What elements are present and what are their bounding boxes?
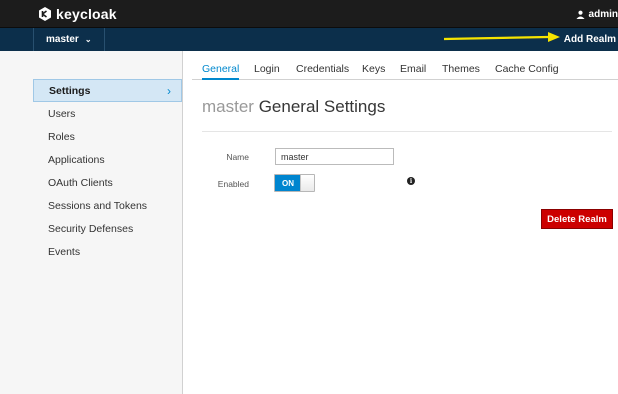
divider <box>202 131 612 132</box>
sidebar-item-label: Security Defenses <box>48 222 134 235</box>
enabled-label: Enabled <box>217 179 249 189</box>
sidebar-item-security-defenses[interactable]: Security Defenses <box>33 217 182 240</box>
page-title: master General Settings <box>202 97 385 117</box>
sidebar-item-label: Roles <box>48 130 75 143</box>
sidebar-item-users[interactable]: Users <box>33 102 182 125</box>
sidebar-nav: Settings › Users Roles Applications OAut… <box>33 79 182 263</box>
sidebar: Settings › Users Roles Applications OAut… <box>0 51 183 394</box>
annotation-arrow-icon <box>444 32 560 42</box>
top-header: keycloak admin <box>0 0 618 28</box>
sidebar-item-events[interactable]: Events <box>33 240 182 263</box>
sidebar-item-label: Users <box>48 107 76 120</box>
sidebar-item-settings[interactable]: Settings › <box>33 79 182 102</box>
logo-text: keycloak <box>56 6 117 22</box>
sidebar-item-label: Sessions and Tokens <box>48 199 148 212</box>
enabled-toggle[interactable]: ON <box>274 174 315 192</box>
sidebar-item-roles[interactable]: Roles <box>33 125 182 148</box>
user-menu[interactable]: admin <box>575 9 618 20</box>
tab-cache-config[interactable]: Cache Config <box>495 63 559 80</box>
username: admin <box>588 9 618 20</box>
tab-login[interactable]: Login <box>254 63 280 80</box>
settings-tabs: General Login Credentials Keys Email The… <box>192 51 618 80</box>
sidebar-item-applications[interactable]: Applications <box>33 148 182 171</box>
tab-keys[interactable]: Keys <box>362 63 385 80</box>
sidebar-item-oauth-clients[interactable]: OAuth Clients <box>33 171 182 194</box>
info-icon[interactable]: i <box>407 177 415 185</box>
chevron-down-icon: ⌄ <box>84 35 92 44</box>
chevron-right-icon: › <box>167 84 171 98</box>
name-field[interactable] <box>275 148 394 165</box>
tab-email[interactable]: Email <box>400 63 426 80</box>
sidebar-item-label: Events <box>48 245 81 258</box>
keycloak-logo[interactable]: keycloak <box>37 6 117 22</box>
realm-selector[interactable]: master ⌄ <box>33 28 105 51</box>
sidebar-item-label: Settings <box>49 84 91 97</box>
user-icon <box>575 10 585 19</box>
tab-general[interactable]: General <box>202 63 240 80</box>
sidebar-item-sessions-and-tokens[interactable]: Sessions and Tokens <box>33 194 182 217</box>
keycloak-logo-icon <box>39 7 51 21</box>
delete-realm-button[interactable]: Delete Realm <box>541 209 613 229</box>
name-label: Name <box>226 152 249 162</box>
tab-themes[interactable]: Themes <box>442 63 480 80</box>
tab-credentials[interactable]: Credentials <box>296 63 349 80</box>
page-title-text: General Settings <box>258 97 386 116</box>
toggle-knob <box>300 175 314 191</box>
realm-selector-label: master <box>46 34 79 45</box>
sidebar-item-label: OAuth Clients <box>48 176 113 189</box>
toggle-state-label: ON <box>275 175 301 191</box>
page-title-realm: master <box>202 97 254 116</box>
sidebar-item-label: Applications <box>48 153 105 166</box>
add-realm-button[interactable]: Add Realm <box>554 28 618 51</box>
